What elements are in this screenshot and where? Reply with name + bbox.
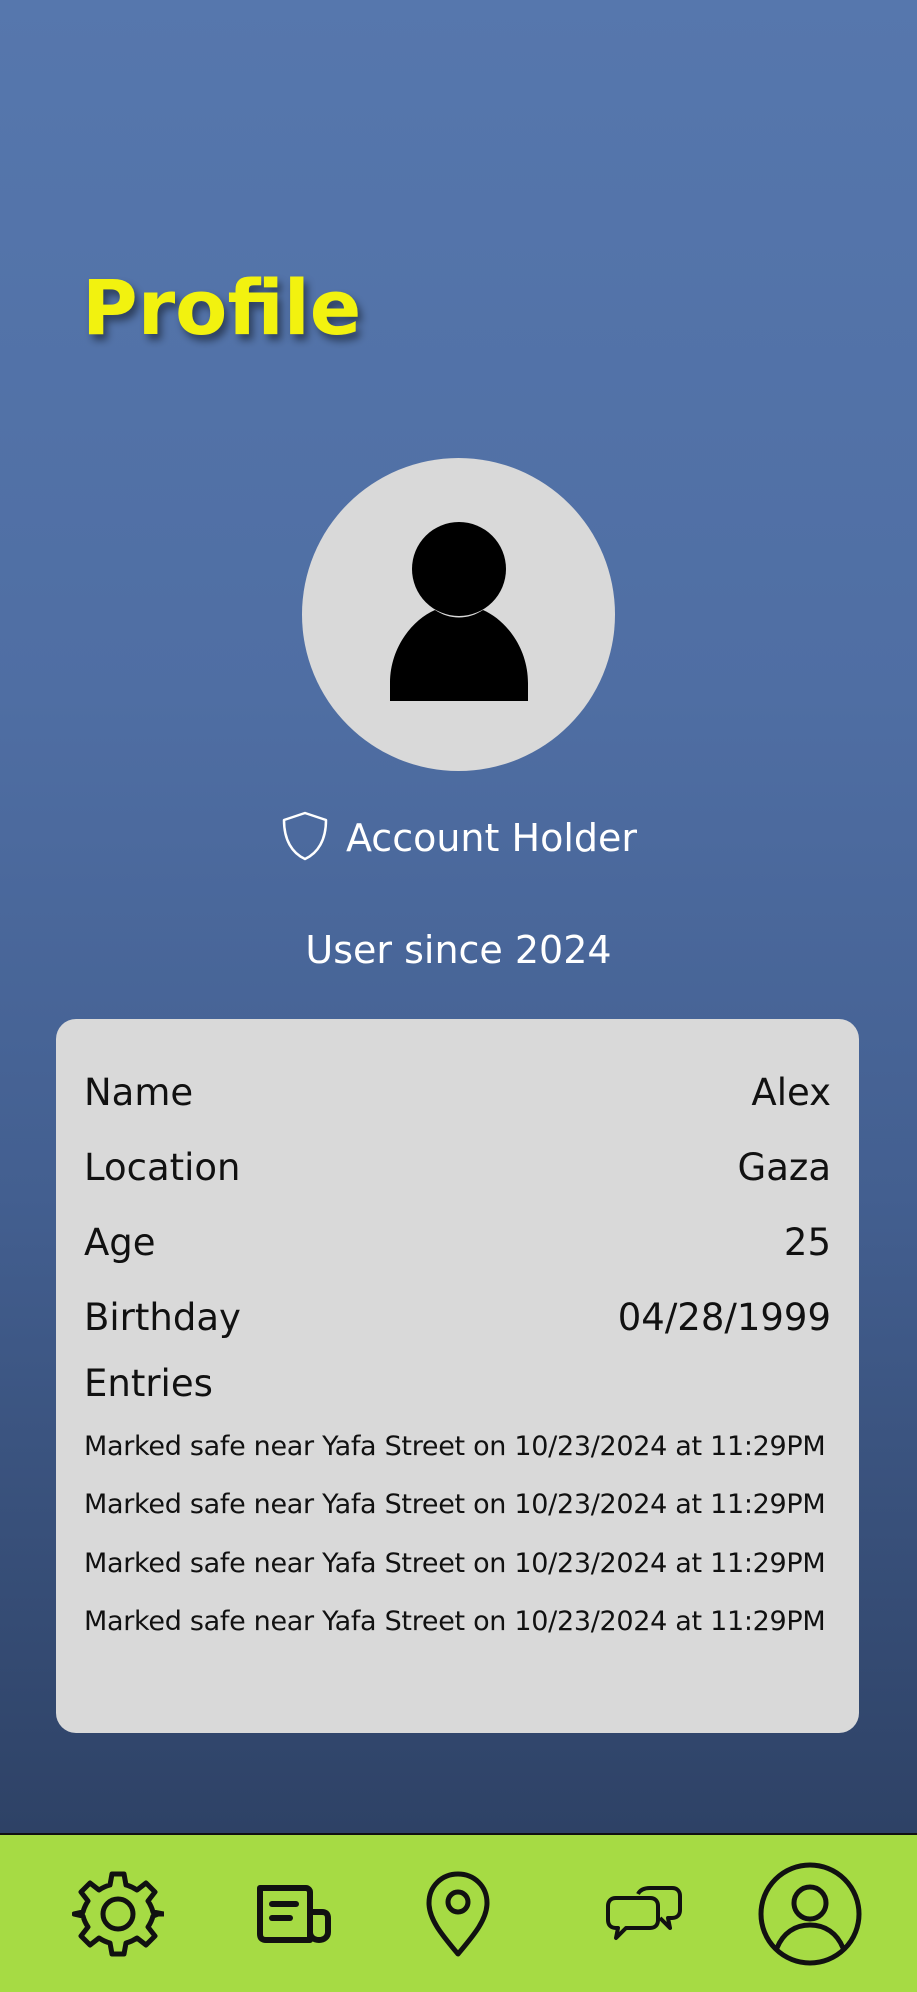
profile-details-card: Name Alex Location Gaza Age 25 Birthday …	[56, 1019, 859, 1733]
bottom-nav-bar	[0, 1833, 917, 1992]
entry-item: Marked safe near Yafa Street on 10/23/20…	[84, 1548, 826, 1579]
role-label: Account Holder	[345, 816, 637, 860]
avatar[interactable]	[302, 458, 615, 771]
profile-screen: Profile Account Holder User since 2024 N…	[0, 0, 917, 1992]
nav-news-button[interactable]	[244, 1835, 344, 1992]
detail-label: Name	[84, 1070, 194, 1114]
page-title: Profile	[82, 263, 362, 352]
detail-row-birthday: Birthday 04/28/1999	[84, 1292, 831, 1342]
detail-label: Location	[84, 1145, 241, 1189]
detail-value: Gaza	[737, 1145, 831, 1189]
detail-row-location: Location Gaza	[84, 1142, 831, 1192]
detail-row-name: Name Alex	[84, 1067, 831, 1117]
detail-value: Alex	[751, 1070, 831, 1114]
detail-value: 04/28/1999	[617, 1295, 831, 1339]
detail-row-age: Age 25	[84, 1217, 831, 1267]
nav-map-button[interactable]	[408, 1835, 508, 1992]
map-pin-icon	[426, 1871, 490, 1956]
chat-icon	[606, 1885, 682, 1940]
entry-item: Marked safe near Yafa Street on 10/23/20…	[84, 1489, 826, 1520]
entry-item: Marked safe near Yafa Street on 10/23/20…	[84, 1431, 826, 1462]
nav-settings-button[interactable]	[68, 1835, 168, 1992]
entry-item: Marked safe near Yafa Street on 10/23/20…	[84, 1606, 826, 1637]
news-icon	[257, 1884, 331, 1943]
gear-icon	[72, 1871, 164, 1956]
entries-heading: Entries	[84, 1362, 213, 1405]
detail-label: Birthday	[84, 1295, 241, 1339]
member-since: User since 2024	[305, 928, 612, 972]
user-silhouette-icon	[390, 522, 528, 701]
account-role: Account Holder	[0, 810, 917, 866]
detail-value: 25	[783, 1220, 831, 1264]
detail-label: Age	[84, 1220, 156, 1264]
nav-profile-button[interactable]	[754, 1835, 866, 1992]
shield-icon	[280, 810, 330, 866]
nav-chat-button[interactable]	[594, 1835, 694, 1992]
profile-icon	[758, 1862, 862, 1965]
